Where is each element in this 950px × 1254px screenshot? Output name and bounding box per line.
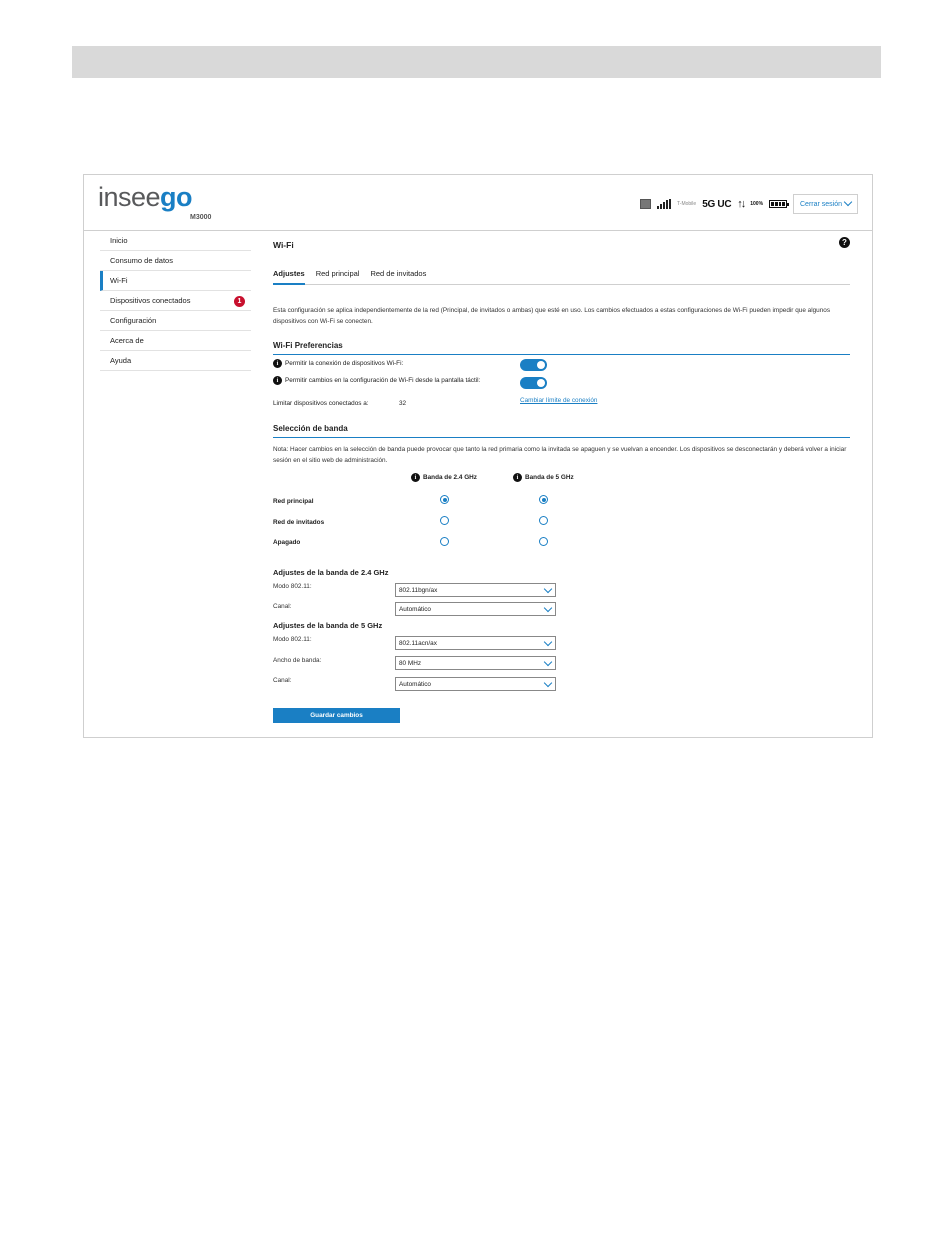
section-divider: [273, 354, 850, 355]
tab-red-principal[interactable]: Red principal: [316, 267, 360, 285]
radio-invitados-24[interactable]: [440, 516, 449, 525]
change-limit-link[interactable]: Cambiar límite de conexión: [520, 397, 597, 404]
allow-touchscreen-toggle[interactable]: [520, 377, 547, 389]
info-icon[interactable]: i: [273, 376, 282, 385]
tab-red-invitados[interactable]: Red de invitados: [370, 267, 426, 285]
app-window: inseego M3000 T-Mobile 5G UC ↑↓ 100% Cer…: [83, 174, 873, 738]
band-24-mode-label: Modo 802.11:: [273, 583, 312, 590]
signal-bars-icon: [657, 199, 671, 209]
brand-logo: inseego: [98, 181, 193, 213]
help-icon[interactable]: ?: [839, 237, 850, 248]
sim-card-icon: [640, 199, 651, 209]
band-24-channel-label: Canal:: [273, 603, 292, 610]
radio-invitados-5[interactable]: [539, 516, 548, 525]
logout-label: Cerrar sesión: [800, 200, 843, 208]
band-24-channel-select[interactable]: Automático: [395, 602, 556, 616]
band-5-label: Banda de 5 GHz: [525, 474, 574, 481]
network-type: 5G UC: [702, 198, 732, 210]
battery-icon: [769, 200, 790, 208]
chevron-down-icon: [543, 603, 553, 613]
band-5-mode-label: Modo 802.11:: [273, 636, 312, 643]
allow-connection-toggle[interactable]: [520, 359, 547, 371]
model-name: M3000: [190, 214, 212, 221]
chevron-down-icon: [543, 637, 553, 647]
band-5-bandwidth-label: Ancho de banda:: [273, 657, 322, 664]
tab-bar: Adjustes Red principal Red de invitados: [273, 267, 850, 285]
preferences-title: Wi-Fi Preferencias: [273, 341, 343, 350]
band-row-apagado: Apagado: [273, 539, 301, 546]
allow-connection-label: Permitir la conexión de dispositivos Wi-…: [285, 360, 404, 367]
sidebar-item-dispositivos[interactable]: Dispositivos conectados 1: [100, 291, 251, 311]
logout-dropdown[interactable]: Cerrar sesión: [793, 194, 858, 214]
radio-principal-5[interactable]: [539, 495, 548, 504]
band-24-settings-title: Adjustes de la banda de 2.4 GHz: [273, 568, 389, 577]
battery-percent: 100%: [750, 201, 764, 207]
tab-adjustes[interactable]: Adjustes: [273, 267, 305, 285]
select-value: 80 MHz: [399, 659, 422, 667]
radio-apagado-5[interactable]: [539, 537, 548, 546]
sidebar-item-label: Configuración: [110, 316, 157, 325]
allow-touchscreen-label: Permitir cambios en la configuración de …: [285, 377, 481, 384]
band-5-channel-label: Canal:: [273, 677, 292, 684]
sidebar: Inicio Consumo de datos Wi-Fi Dispositiv…: [100, 231, 251, 371]
band-row-red-invitados: Red de invitados: [273, 519, 325, 526]
data-transfer-icon: ↑↓: [737, 198, 746, 210]
sidebar-item-label: Wi-Fi: [110, 276, 128, 285]
sidebar-item-label: Dispositivos conectados: [110, 296, 191, 305]
band-5-settings-title: Adjustes de la banda de 5 GHz: [273, 621, 383, 630]
select-value: Automático: [399, 605, 431, 613]
chevron-down-icon: [543, 584, 553, 594]
band-24-mode-select[interactable]: 802.11bgn/ax: [395, 583, 556, 597]
band-selection-note: Nota: Hacer cambios en la selección de b…: [273, 446, 847, 464]
band-selection-title: Selección de banda: [273, 424, 348, 433]
allow-connection-row: i Permitir la conexión de dispositivos W…: [273, 359, 403, 368]
sidebar-item-consumo-datos[interactable]: Consumo de datos: [100, 251, 251, 271]
select-value: 802.11acn/ax: [399, 639, 437, 647]
logo-accent-text: go: [160, 182, 193, 212]
sidebar-item-label: Ayuda: [110, 356, 132, 365]
band-5-column-header: i Banda de 5 GHz: [513, 473, 574, 482]
carrier-name: T-Mobile: [677, 201, 697, 207]
info-icon[interactable]: i: [273, 359, 282, 368]
page-title: Wi-Fi: [273, 240, 294, 250]
band-24-column-header: i Banda de 2.4 GHz: [411, 473, 477, 482]
band-5-mode-select[interactable]: 802.11acn/ax: [395, 636, 556, 650]
sidebar-item-label: Acerca de: [110, 336, 144, 345]
settings-description: Esta configuración se aplica independien…: [273, 307, 831, 325]
band-5-channel-select[interactable]: Automático: [395, 677, 556, 691]
chevron-down-icon: [843, 197, 853, 207]
info-icon[interactable]: i: [513, 473, 522, 482]
allow-touchscreen-row: i Permitir cambios en la configuración d…: [273, 376, 480, 385]
logo-text: insee: [98, 182, 161, 212]
sidebar-item-acerca[interactable]: Acerca de: [100, 331, 251, 351]
radio-apagado-24[interactable]: [440, 537, 449, 546]
chevron-down-icon: [543, 678, 553, 688]
save-button[interactable]: Guardar cambios: [273, 708, 400, 723]
sidebar-item-label: Consumo de datos: [110, 256, 173, 265]
band-5-bandwidth-select[interactable]: 80 MHz: [395, 656, 556, 670]
chevron-down-icon: [543, 657, 553, 667]
sidebar-item-wifi[interactable]: Wi-Fi: [100, 271, 251, 291]
top-gray-bar: [72, 46, 881, 78]
notification-badge: 1: [234, 296, 245, 307]
radio-principal-24[interactable]: [440, 495, 449, 504]
section-divider: [273, 437, 850, 438]
sidebar-item-inicio[interactable]: Inicio: [100, 231, 251, 251]
limit-devices-label: Limitar dispositivos conectados a:: [273, 400, 369, 407]
sidebar-item-label: Inicio: [110, 236, 128, 245]
select-value: 802.11bgn/ax: [399, 586, 438, 594]
select-value: Automático: [399, 680, 431, 688]
band-24-label: Banda de 2.4 GHz: [423, 474, 477, 481]
status-bar: T-Mobile 5G UC ↑↓ 100%: [640, 197, 790, 211]
header: inseego M3000 T-Mobile 5G UC ↑↓ 100% Cer…: [84, 175, 872, 231]
sidebar-item-configuracion[interactable]: Configuración: [100, 311, 251, 331]
info-icon[interactable]: i: [411, 473, 420, 482]
limit-devices-value: 32: [399, 400, 407, 407]
band-row-red-principal: Red principal: [273, 498, 314, 505]
sidebar-item-ayuda[interactable]: Ayuda: [100, 351, 251, 371]
